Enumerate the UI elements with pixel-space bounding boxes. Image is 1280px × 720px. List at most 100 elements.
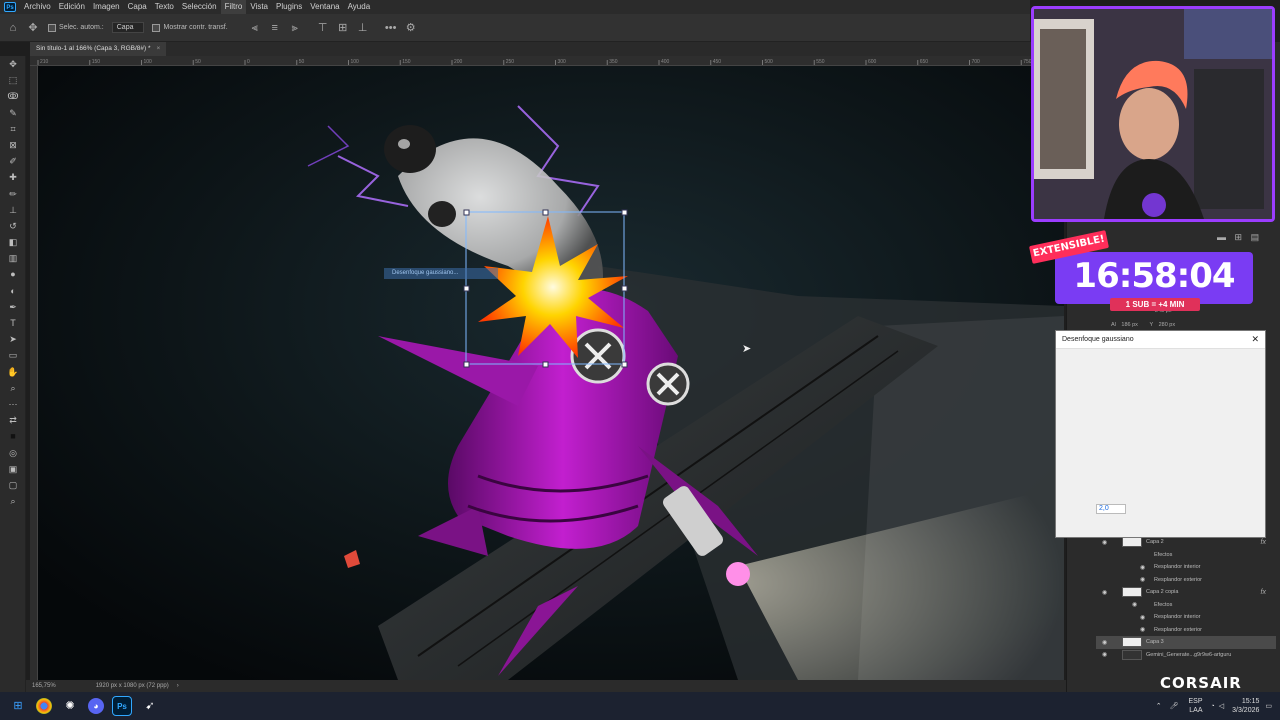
windows-start-icon[interactable]: ⊞	[8, 696, 28, 716]
effect-row[interactable]: ◉ Resplandor exterior	[1096, 574, 1276, 587]
align-left-icon[interactable]: ⫷	[248, 21, 262, 35]
steam-icon[interactable]: ➹	[140, 696, 160, 716]
layer-row[interactable]: ◉ Capa 2 copia fx	[1096, 586, 1276, 599]
eye-icon[interactable]: ◉	[1102, 539, 1107, 546]
menu-ventana[interactable]: Ventana	[306, 0, 343, 14]
fx-icon[interactable]: fx	[1261, 539, 1266, 546]
zoom-level[interactable]: 165,75%	[32, 683, 56, 689]
eye-icon[interactable]: ◉	[1140, 564, 1145, 571]
foreground-color-swatch[interactable]: ■	[0, 428, 26, 444]
search-icon[interactable]: ⌕	[0, 493, 26, 509]
menu-plugins[interactable]: Plugins	[272, 0, 306, 14]
settings-gear-icon[interactable]: ⚙	[404, 21, 418, 35]
history-brush-icon[interactable]: ↺	[0, 218, 26, 234]
checkbox-icon[interactable]	[48, 23, 56, 32]
gradient-tool-icon[interactable]: ▥	[0, 250, 26, 266]
screen-mode-icon[interactable]: ▣	[0, 461, 26, 477]
mic-icon[interactable]: 🎤︎	[1170, 702, 1179, 710]
notification-icon[interactable]: ▭	[1265, 702, 1272, 710]
clone-stamp-icon[interactable]: ⊥	[0, 202, 26, 218]
quick-select-tool-icon[interactable]: ✎	[0, 105, 26, 121]
menu-vista[interactable]: Vista	[246, 0, 272, 14]
eye-icon[interactable]: ◉	[1102, 589, 1107, 596]
effect-row[interactable]: ◉ Resplandor interior	[1096, 611, 1276, 624]
rectangle-tool-icon[interactable]: ▭	[0, 347, 26, 363]
align-middle-icon[interactable]: ⊞	[336, 21, 350, 35]
menu-ayuda[interactable]: Ayuda	[344, 0, 375, 14]
marquee-tool-icon[interactable]: ⬚	[0, 72, 26, 88]
eye-icon[interactable]: ◉	[1102, 639, 1107, 646]
menu-seleccion[interactable]: Selección	[178, 0, 221, 14]
swap-colors-icon[interactable]: ⇄	[0, 412, 26, 428]
home-icon[interactable]: ⌂	[6, 21, 20, 35]
align-right-icon[interactable]: ⫸	[288, 21, 302, 35]
checkbox-icon[interactable]	[152, 23, 161, 32]
menu-texto[interactable]: Texto	[151, 0, 178, 14]
auto-select-dropdown[interactable]: Capa	[111, 22, 145, 33]
clock[interactable]: 15:15 3/3/2026	[1232, 697, 1259, 715]
volume-icon[interactable]: ◁	[1219, 702, 1224, 710]
dodge-tool-icon[interactable]: ◐	[0, 283, 26, 299]
move-tool-icon[interactable]: ✥	[26, 21, 40, 35]
more-tools-icon[interactable]: ⋯	[0, 396, 26, 412]
menu-filtro[interactable]: Filtro	[220, 0, 247, 14]
chrome-icon[interactable]	[36, 698, 52, 714]
eye-icon[interactable]: ◉	[1140, 576, 1145, 583]
network-icon[interactable]: ◔	[1211, 703, 1215, 710]
hand-tool-icon[interactable]: ✋	[0, 364, 26, 380]
crop-tool-icon[interactable]: ⌗	[0, 121, 26, 137]
chevron-up-icon[interactable]: ⌃	[1156, 702, 1162, 710]
frame-tool-icon[interactable]: ⊠	[0, 137, 26, 153]
brush-tool-icon[interactable]: ✏	[0, 186, 26, 202]
discord-icon[interactable]: ◕	[88, 698, 104, 714]
folder-icon[interactable]: ▬	[1217, 232, 1226, 242]
pen-tool-icon[interactable]: ✒	[0, 299, 26, 315]
transform-controls-checkbox[interactable]: Mostrar contr. transf.	[152, 23, 228, 32]
align-center-icon[interactable]: ≡	[268, 21, 282, 35]
new-layer-icon[interactable]: ⊞	[1235, 232, 1243, 242]
language-indicator[interactable]: ESP LAA	[1188, 697, 1202, 715]
dialog-title: Desenfoque gaussiano	[1062, 336, 1134, 343]
eyedropper-tool-icon[interactable]: ✐	[0, 153, 26, 169]
healing-brush-icon[interactable]: ✚	[0, 169, 26, 185]
al-value[interactable]: 186 px	[1121, 322, 1138, 328]
more-options-icon[interactable]: •••	[384, 21, 398, 35]
fx-icon[interactable]: fx	[1261, 589, 1266, 596]
effect-row[interactable]: ◉ Resplandor interior	[1096, 561, 1276, 574]
frame-icon[interactable]: ▢	[0, 477, 26, 493]
align-top-icon[interactable]: ⊤	[316, 21, 330, 35]
close-tab-icon[interactable]: ×	[157, 45, 161, 52]
eye-icon[interactable]: ◉	[1140, 626, 1145, 633]
trash-icon[interactable]: ▤	[1251, 232, 1260, 242]
eye-icon[interactable]: ◉	[1102, 651, 1107, 658]
eye-icon[interactable]: ◉	[1132, 601, 1137, 608]
align-bottom-icon[interactable]: ⊥	[356, 21, 370, 35]
photoshop-taskbar-icon[interactable]: Ps	[112, 696, 132, 716]
effect-row[interactable]: ◉ Resplandor exterior	[1096, 624, 1276, 637]
document-canvas[interactable]	[38, 66, 1064, 680]
move-tool-icon[interactable]: ✥	[0, 56, 26, 72]
effects-row[interactable]: ◉ Efectos	[1096, 599, 1276, 612]
menu-archivo[interactable]: Archivo	[20, 0, 55, 14]
path-select-icon[interactable]: ➤	[0, 331, 26, 347]
quick-mask-icon[interactable]: ◎	[0, 445, 26, 461]
effects-row[interactable]: Efectos	[1096, 549, 1276, 562]
type-tool-icon[interactable]: T	[0, 315, 26, 331]
chatgpt-icon[interactable]: ✺	[60, 696, 80, 716]
layer-row-selected[interactable]: ◉ Capa 3	[1096, 636, 1276, 649]
menu-imagen[interactable]: Imagen	[89, 0, 124, 14]
y-value[interactable]: 280 px	[1159, 322, 1176, 328]
eye-icon[interactable]: ◉	[1140, 614, 1145, 621]
blur-tool-icon[interactable]: ●	[0, 266, 26, 282]
eraser-tool-icon[interactable]: ◧	[0, 234, 26, 250]
menu-capa[interactable]: Capa	[124, 0, 151, 14]
chevron-right-icon[interactable]: ›	[177, 683, 179, 689]
zoom-tool-icon[interactable]: ⌕	[0, 380, 26, 396]
auto-select-checkbox[interactable]: Selec. autom.:	[48, 23, 104, 32]
layer-row[interactable]: ◉ Gemini_Generate...g9r9w6-artguru	[1096, 649, 1276, 662]
lasso-tool-icon[interactable]: ↂ	[0, 88, 26, 104]
menu-edicion[interactable]: Edición	[55, 0, 89, 14]
close-icon[interactable]: ✕	[1251, 334, 1259, 345]
document-tab[interactable]: Sin título-1 al 166% (Capa 3, RGB/8#) * ×	[30, 42, 167, 56]
radius-input[interactable]: 2,0	[1096, 504, 1126, 514]
